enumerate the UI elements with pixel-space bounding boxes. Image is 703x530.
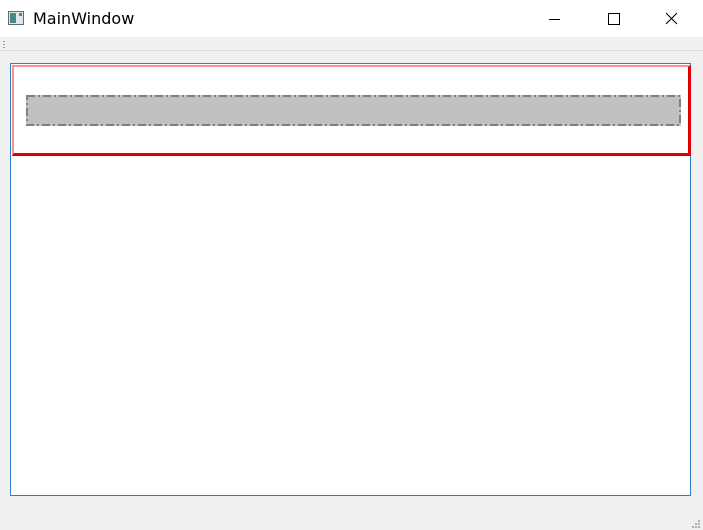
dash-dot-border [26, 95, 681, 126]
maximize-button[interactable] [590, 0, 636, 38]
central-widget [10, 63, 691, 496]
toolbar-grip-handle[interactable] [3, 41, 6, 48]
app-window-icon [8, 11, 24, 25]
red-group-frame [12, 65, 691, 156]
close-button[interactable] [649, 0, 695, 38]
window-title: MainWindow [33, 9, 135, 28]
dashed-gray-bar[interactable] [26, 95, 681, 126]
title-bar[interactable]: MainWindow [0, 0, 703, 38]
main-window: MainWindow [0, 0, 703, 530]
minimize-button[interactable] [532, 0, 578, 38]
close-icon [665, 12, 678, 25]
resize-grip-icon[interactable] [689, 516, 701, 528]
minimize-icon [549, 19, 560, 20]
maximize-icon [608, 13, 620, 25]
toolbar [0, 38, 703, 51]
